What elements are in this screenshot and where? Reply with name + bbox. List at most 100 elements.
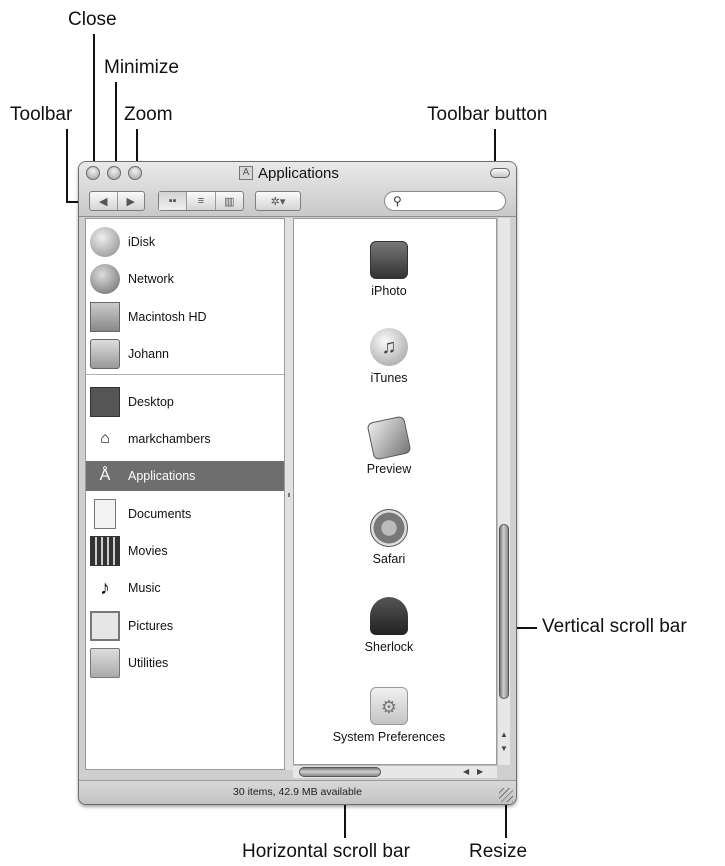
sidebar-separator: [86, 374, 284, 375]
finder-window: A Applications ◀ ▶ ▪▪ ≡ ▥ ✲▾ ⚲ iDisk Net…: [78, 161, 517, 805]
utilities-folder-icon: [90, 648, 120, 678]
home-icon: ⌂: [100, 430, 110, 447]
app-label: Safari: [372, 552, 406, 566]
resize-grip-icon[interactable]: [499, 788, 513, 802]
applications-icon: Å: [99, 467, 111, 484]
callout-close: Close: [68, 9, 117, 30]
leader-close: [93, 34, 95, 167]
sidebar-item-applications[interactable]: Å Applications: [86, 461, 284, 491]
search-field[interactable]: ⚲: [384, 191, 506, 211]
applications-folder-icon: A: [239, 166, 253, 180]
sidebar-item-label: Movies: [128, 544, 168, 558]
sidebar-item-label: Pictures: [128, 619, 174, 633]
sidebar-item-label: Music: [128, 581, 161, 595]
column-view-icon: ▥: [224, 195, 235, 208]
scroll-right-arrow-icon[interactable]: ▶: [477, 767, 483, 776]
status-text: 30 items, 42.9 MB available: [233, 786, 362, 798]
iphoto-icon: [370, 241, 408, 279]
idisk-icon: [90, 227, 120, 257]
forward-button[interactable]: ▶: [118, 192, 145, 210]
sidebar-item-label: Macintosh HD: [128, 310, 207, 324]
sidebar-item-pictures[interactable]: Pictures: [86, 611, 284, 641]
sidebar-item-movies[interactable]: Movies: [86, 536, 284, 566]
app-item-safari[interactable]: Safari: [294, 509, 484, 566]
movies-icon: [90, 536, 120, 566]
callout-toolbar-button: Toolbar button: [427, 104, 548, 125]
title-bar: A Applications ◀ ▶ ▪▪ ≡ ▥ ✲▾ ⚲: [79, 162, 516, 217]
search-icon: ⚲: [393, 194, 402, 208]
horizontal-scroll-thumb[interactable]: [299, 767, 381, 777]
forward-arrow-icon: ▶: [126, 195, 135, 208]
preview-icon: [366, 415, 412, 461]
safari-icon: [370, 509, 408, 547]
close-button[interactable]: [86, 166, 100, 180]
sidebar-item-markchambers[interactable]: ⌂ markchambers: [86, 424, 284, 454]
callout-minimize: Minimize: [104, 57, 179, 78]
sidebar-item-label: Utilities: [128, 656, 169, 670]
zoom-button[interactable]: [128, 166, 142, 180]
system-preferences-icon: ⚙: [370, 687, 408, 725]
callout-horizontal-scroll-bar: Horizontal scroll bar: [242, 841, 410, 862]
action-menu-button[interactable]: ✲▾: [255, 191, 301, 211]
back-button[interactable]: ◀: [90, 192, 118, 210]
sidebar-item-documents[interactable]: Documents: [86, 499, 284, 529]
itunes-icon: ♫: [370, 328, 408, 366]
minimize-button[interactable]: [107, 166, 121, 180]
app-item-preview[interactable]: Preview: [294, 415, 484, 476]
app-label: Sherlock: [364, 640, 414, 654]
leader-minimize: [115, 82, 117, 167]
sidebar-item-music[interactable]: ♪ Music: [86, 573, 284, 603]
sidebar-item-label: Johann: [128, 347, 170, 361]
app-label: Preview: [366, 462, 412, 476]
external-drive-icon: [90, 339, 120, 369]
icon-view-icon: ▪▪: [168, 195, 177, 207]
callout-resize: Resize: [469, 841, 528, 862]
documents-icon: [94, 499, 116, 529]
window-title-text: Applications: [258, 164, 339, 182]
column-view-button[interactable]: ▥: [216, 192, 243, 210]
horizontal-scroll-bar[interactable]: ◀ ▶: [293, 765, 497, 778]
sidebar-item-label: markchambers: [128, 432, 211, 446]
window-title: A Applications: [239, 164, 339, 182]
vertical-scroll-bar[interactable]: ▲ ▼: [497, 218, 510, 765]
scroll-down-arrow-icon[interactable]: ▼: [500, 744, 508, 753]
sidebar-item-macintosh-hd[interactable]: Macintosh HD: [86, 302, 284, 332]
sidebar-item-network[interactable]: Network: [86, 264, 284, 294]
app-item-iphoto[interactable]: iPhoto: [294, 241, 484, 298]
back-forward-buttons: ◀ ▶: [89, 191, 145, 211]
scroll-up-arrow-icon[interactable]: ▲: [500, 730, 508, 739]
app-item-sherlock[interactable]: Sherlock: [294, 597, 484, 654]
app-label: System Preferences: [332, 730, 446, 744]
sidebar-item-label: Documents: [128, 507, 192, 521]
view-buttons: ▪▪ ≡ ▥: [158, 191, 244, 211]
app-item-system-preferences[interactable]: ⚙ System Preferences: [294, 687, 484, 744]
sidebar: iDisk Network Macintosh HD Johann Deskto…: [85, 218, 285, 770]
sidebar-resize-divider[interactable]: [285, 218, 293, 770]
network-icon: [90, 264, 120, 294]
sidebar-item-label: iDisk: [128, 235, 156, 249]
pictures-icon: [90, 611, 120, 641]
sidebar-item-label: Applications: [128, 469, 196, 483]
vertical-scroll-thumb[interactable]: [499, 524, 509, 699]
sidebar-item-desktop[interactable]: Desktop: [86, 387, 284, 417]
sidebar-item-utilities[interactable]: Utilities: [86, 648, 284, 678]
callout-zoom: Zoom: [124, 104, 173, 125]
app-label: iPhoto: [371, 284, 407, 298]
leader-toolbar-v: [66, 129, 68, 202]
app-label: iTunes: [370, 371, 408, 385]
list-view-icon: ≡: [197, 195, 205, 207]
sidebar-item-johann[interactable]: Johann: [86, 339, 284, 369]
sidebar-item-label: Desktop: [128, 395, 174, 409]
sidebar-item-idisk[interactable]: iDisk: [86, 227, 284, 257]
app-item-itunes[interactable]: ♫ iTunes: [294, 328, 484, 385]
gear-icon: ✲▾: [270, 195, 286, 208]
icon-view-button[interactable]: ▪▪: [159, 192, 188, 210]
divider-handle: [288, 493, 290, 497]
toolbar-toggle-button[interactable]: [490, 168, 510, 178]
content-pane: iPhoto ♫ iTunes Preview Safari Sherlock …: [293, 218, 497, 765]
status-bar: 30 items, 42.9 MB available: [79, 780, 516, 804]
hard-drive-icon: [90, 302, 120, 332]
list-view-button[interactable]: ≡: [187, 192, 216, 210]
scroll-left-arrow-icon[interactable]: ◀: [463, 767, 469, 776]
sherlock-icon: [370, 597, 408, 635]
